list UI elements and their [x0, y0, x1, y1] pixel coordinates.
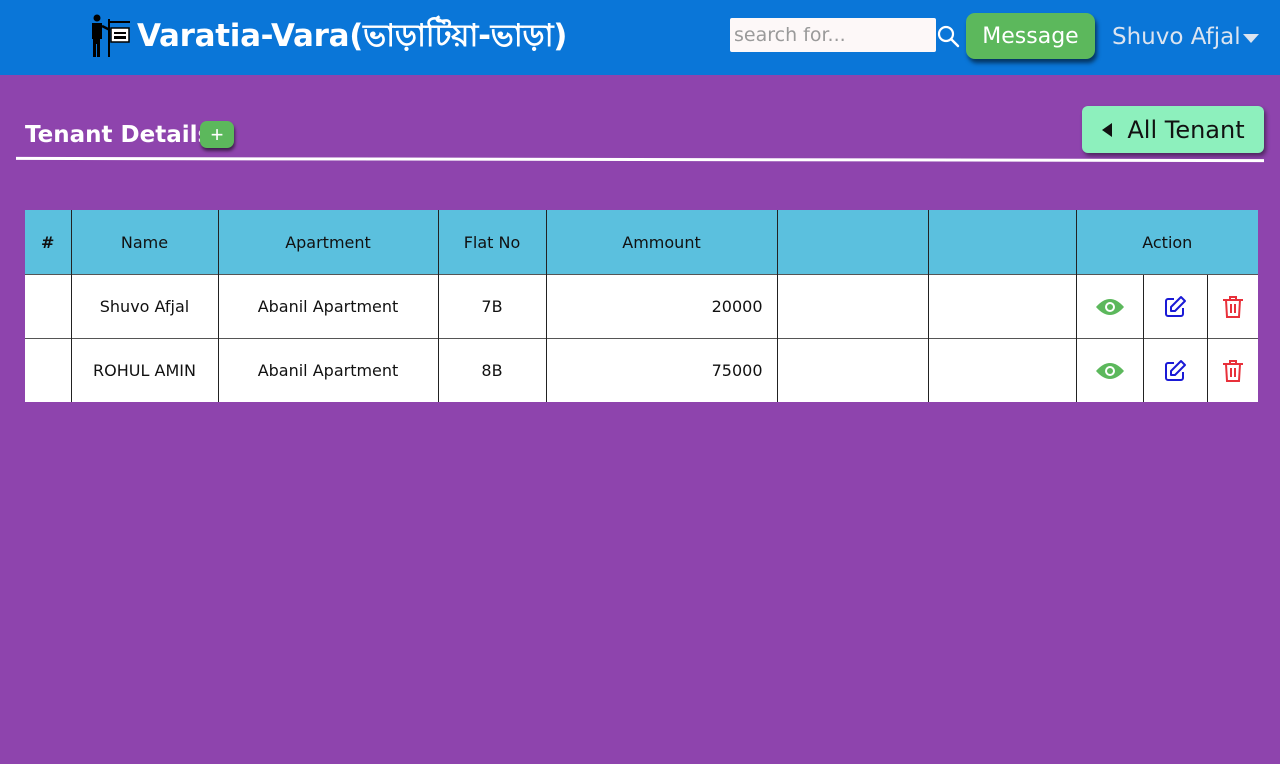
eye-icon[interactable] — [1095, 297, 1125, 317]
tenant-table: # Name Apartment Flat No Ammount Action … — [25, 210, 1259, 402]
all-tenant-button[interactable]: All Tenant — [1082, 106, 1264, 153]
view-cell — [1075, 338, 1143, 402]
edit-icon[interactable] — [1163, 295, 1187, 319]
caret-left-icon — [1102, 122, 1113, 137]
header-apartment: Apartment — [217, 210, 438, 275]
cell-apartment: Abanil Apartment — [217, 338, 438, 402]
table-header-row: # Name Apartment Flat No Ammount Action — [25, 210, 1259, 275]
user-name: Shuvo Afjal — [1112, 24, 1241, 50]
message-button[interactable]: Message — [966, 13, 1095, 59]
page-title: Tenant Details — [25, 122, 212, 148]
delete-cell — [1206, 338, 1259, 402]
cell-apartment: Abanil Apartment — [217, 274, 438, 339]
eye-icon[interactable] — [1095, 361, 1125, 381]
edit-icon[interactable] — [1163, 359, 1187, 383]
trash-icon[interactable] — [1222, 295, 1244, 319]
trash-icon[interactable] — [1222, 359, 1244, 383]
search-input[interactable] — [730, 18, 936, 52]
table-row: ROHUL AMIN Abanil Apartment 8B 75000 — [25, 338, 1259, 402]
section-divider — [15, 156, 1265, 163]
add-tenant-button[interactable]: + — [200, 121, 234, 148]
edit-cell — [1142, 338, 1207, 402]
header-action: Action — [1075, 210, 1259, 275]
cell-amount: 20000 — [545, 274, 777, 339]
cell-name: ROHUL AMIN — [70, 338, 218, 402]
header-flat-no: Flat No — [437, 210, 546, 275]
cell-amount: 75000 — [545, 338, 777, 402]
header-empty-2 — [927, 210, 1076, 275]
caret-down-icon — [1242, 33, 1259, 43]
search-icon[interactable] — [936, 24, 960, 48]
cell-empty — [776, 338, 928, 402]
cell-index — [25, 274, 71, 339]
app-brand-title[interactable]: Varatia-Vara(ভাড়াটিয়া-ভাড়া) — [137, 14, 567, 58]
cell-empty — [927, 338, 1076, 402]
table-row: Shuvo Afjal Abanil Apartment 7B 20000 — [25, 274, 1259, 339]
user-menu[interactable]: Shuvo Afjal — [1112, 18, 1260, 56]
header-name: Name — [70, 210, 218, 275]
cell-index — [25, 338, 71, 402]
edit-cell — [1142, 274, 1207, 339]
delete-cell — [1206, 274, 1259, 339]
cell-empty — [776, 274, 928, 339]
header-empty-1 — [776, 210, 928, 275]
tenant-rent-sign-icon — [92, 14, 130, 57]
cell-flat-no: 7B — [437, 274, 546, 339]
all-tenant-label: All Tenant — [1127, 115, 1245, 144]
cell-name: Shuvo Afjal — [70, 274, 218, 339]
header-index: # — [25, 210, 71, 275]
cell-empty — [927, 274, 1076, 339]
view-cell — [1075, 274, 1143, 339]
cell-flat-no: 8B — [437, 338, 546, 402]
top-navbar: Varatia-Vara(ভাড়াটিয়া-ভাড়া) Message S… — [0, 0, 1280, 75]
header-amount: Ammount — [545, 210, 777, 275]
